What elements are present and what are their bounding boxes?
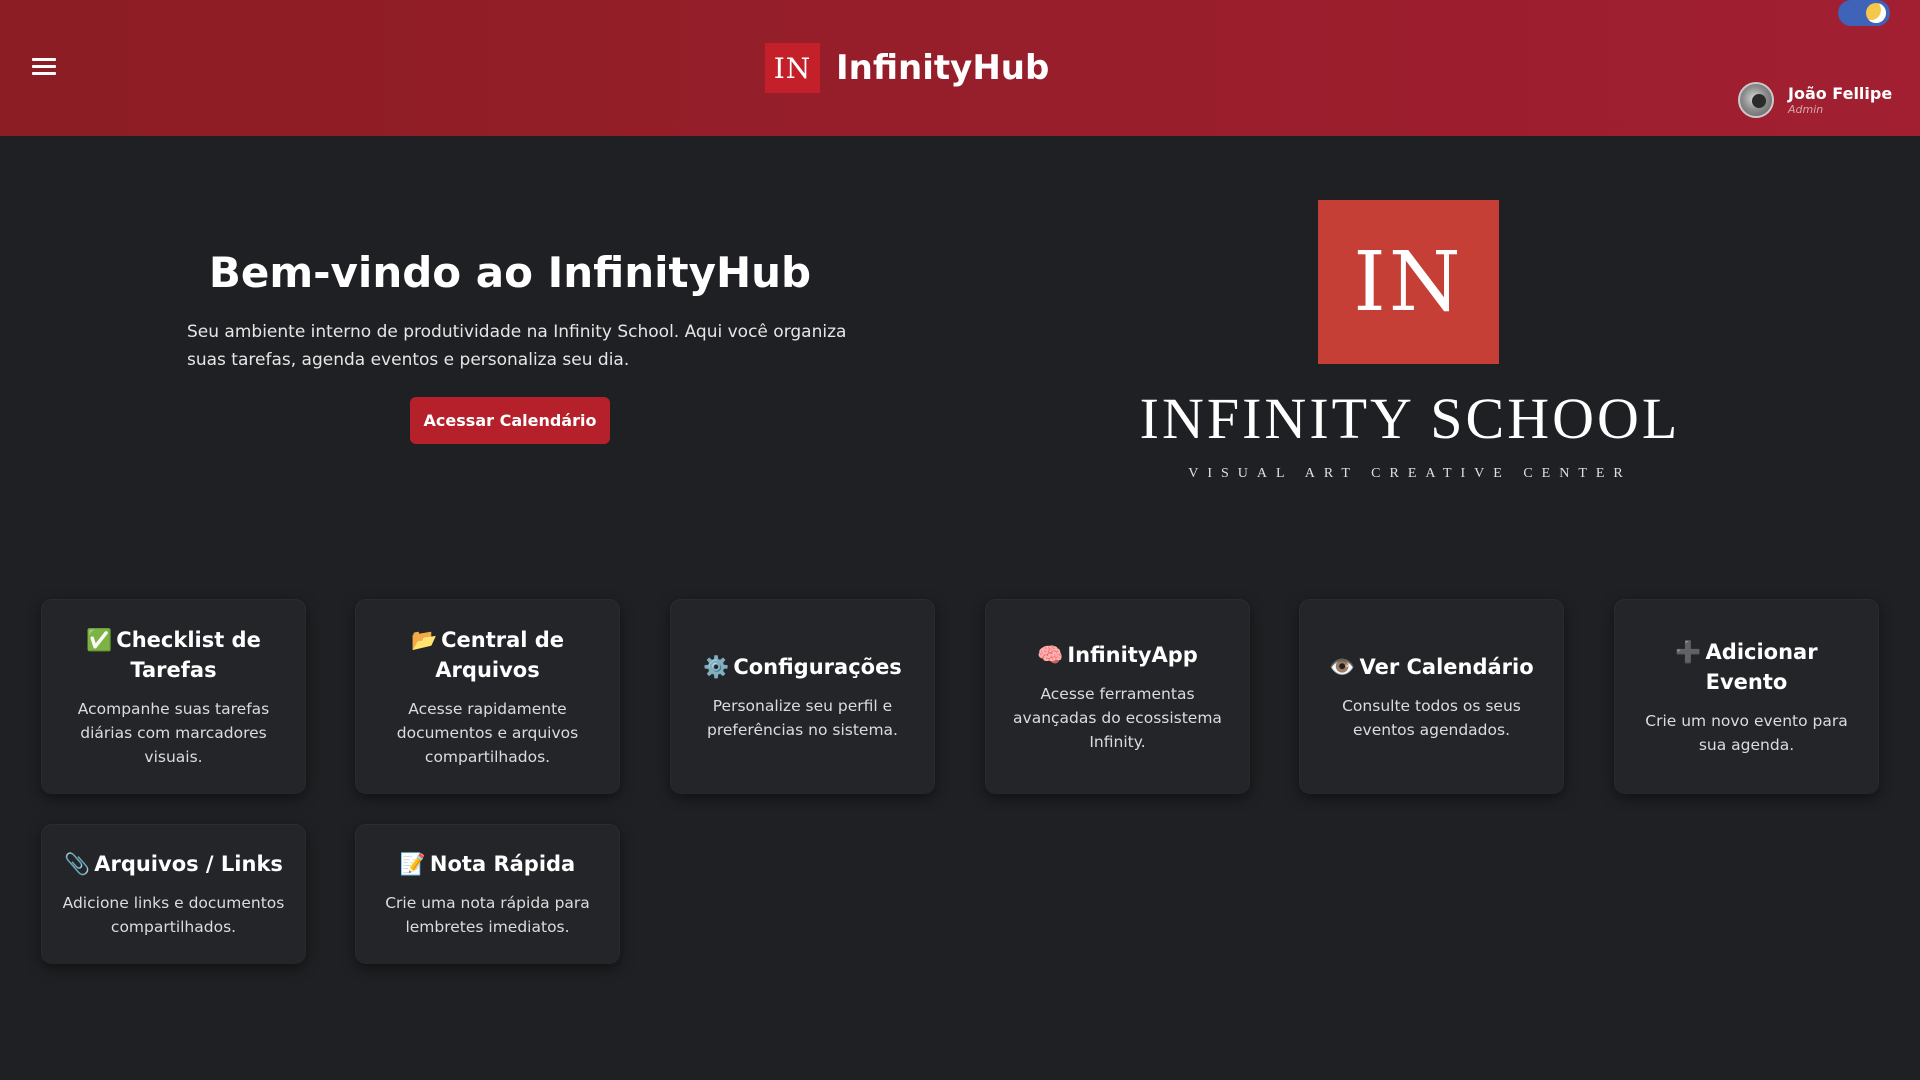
moon-icon bbox=[1866, 3, 1886, 23]
card-view-calendar[interactable]: 👁️ Ver Calendário Consulte todos os seus … bbox=[1300, 600, 1563, 793]
school-name: INFINITY SCHOOL bbox=[1139, 386, 1681, 451]
user-name: João Fellipe bbox=[1788, 83, 1893, 103]
brand-logo: IN bbox=[765, 43, 820, 93]
card-title: 📎 Arquivos / Links bbox=[64, 852, 283, 876]
card-description: Acesse ferramentas avançadas do ecossist… bbox=[1013, 684, 1222, 751]
card-title: ➕ Adicionar Evento bbox=[1675, 639, 1818, 694]
card-infinityapp[interactable]: 🧠 InfinityApp Acesse ferramentas avançada… bbox=[986, 600, 1249, 793]
user-profile[interactable]: João Fellipe Admin bbox=[1738, 82, 1892, 118]
card-description: Consulte todos os seus eventos agendados… bbox=[1342, 696, 1521, 739]
card-checklist[interactable]: ✅ Checklist de Tarefas Acompanhe suas tar… bbox=[42, 600, 305, 793]
card-description: Adicione links e documentos compartilhad… bbox=[62, 894, 285, 936]
avatar[interactable] bbox=[1738, 82, 1774, 118]
card-description: Personalize seu perfil e preferências no… bbox=[707, 696, 898, 739]
paperclip-icon: 📎 bbox=[64, 852, 91, 876]
check-icon: ✅ bbox=[86, 627, 113, 652]
school-tagline: VISUAL ART CREATIVE CENTER bbox=[1188, 466, 1632, 481]
brand[interactable]: IN InfinityHub bbox=[765, 43, 1049, 93]
app-name: InfinityHub bbox=[836, 48, 1050, 88]
card-description: Acesse rapidamente documentos e arquivos… bbox=[396, 699, 579, 766]
card-title: ✅ Checklist de Tarefas bbox=[86, 627, 261, 682]
gear-icon: ⚙️ bbox=[703, 654, 730, 679]
card-add-event[interactable]: ➕ Adicionar Evento Crie um novo evento pa… bbox=[1615, 600, 1878, 793]
memo-icon: 📝 bbox=[399, 852, 426, 876]
card-files-links[interactable]: 📎 Arquivos / Links Adicione links e docum… bbox=[42, 825, 305, 963]
school-logo-mark: IN bbox=[1318, 200, 1499, 364]
card-title: 👁️ Ver Calendário bbox=[1329, 654, 1534, 679]
plus-icon: ➕ bbox=[1675, 639, 1702, 664]
open-calendar-button[interactable]: Acessar Calendário bbox=[410, 397, 610, 444]
card-settings[interactable]: ⚙️ Configurações Personalize seu perfil e… bbox=[671, 600, 934, 793]
eye-icon: 👁️ bbox=[1329, 654, 1356, 679]
card-title: ⚙️ Configurações bbox=[703, 654, 902, 679]
brain-icon: 🧠 bbox=[1037, 642, 1064, 667]
hero-description: Seu ambiente interno de produtividade na… bbox=[187, 322, 847, 370]
card-title: 🧠 InfinityApp bbox=[1037, 642, 1198, 667]
theme-toggle[interactable] bbox=[1838, 0, 1890, 26]
card-quick-note[interactable]: 📝 Nota Rápida Crie uma nota rápida para l… bbox=[356, 825, 619, 963]
card-title: 📂 Central de Arquivos bbox=[410, 627, 565, 682]
hamburger-menu-icon[interactable] bbox=[32, 58, 56, 76]
top-header: IN InfinityHub João Fellipe Admin bbox=[0, 0, 1920, 136]
user-role: Admin bbox=[1788, 102, 1824, 116]
card-description: Acompanhe suas tarefas diárias com marca… bbox=[77, 699, 270, 766]
card-description: Crie um novo evento para sua agenda. bbox=[1645, 711, 1848, 754]
card-description: Crie uma nota rápida para lembretes imed… bbox=[385, 894, 590, 936]
folder-icon: 📂 bbox=[410, 627, 438, 652]
card-files[interactable]: 📂 Central de Arquivos Acesse rapidamente … bbox=[356, 600, 619, 793]
page-title: Bem-vindo ao InfinityHub bbox=[208, 248, 812, 297]
card-title: 📝 Nota Rápida bbox=[399, 852, 576, 876]
user-info: João Fellipe Admin bbox=[1788, 83, 1893, 116]
